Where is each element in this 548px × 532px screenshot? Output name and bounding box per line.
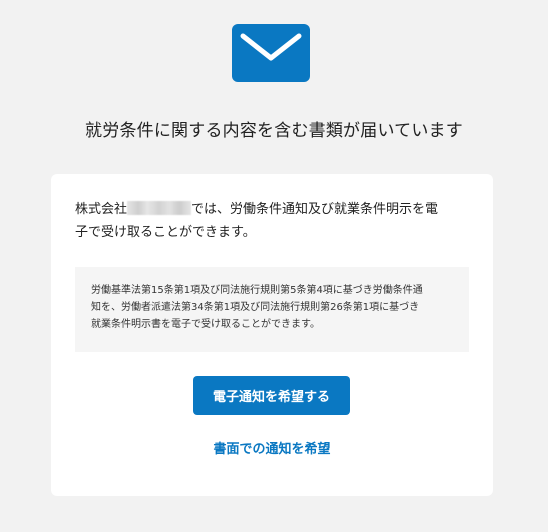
legal-notice-box: 労働基準法第15条第1項及び同法施行規則第5条第4項に基づき労働条件通 知を、労… xyxy=(75,267,469,352)
intro-text-line2: 子で受け取ることができます。 xyxy=(75,225,256,240)
legal-line: 就業条件明示書を電子で受け取ることができます。 xyxy=(91,319,320,330)
page-title: 就労条件に関する内容を含む書類が届いています xyxy=(85,121,463,141)
legal-line: 労働基準法第15条第1項及び同法施行規則第5条第4項に基づき労働条件通 xyxy=(91,285,423,296)
intro-text: 株式会社 では、労働条件通知及び就業条件明示を電 子で受け取ることができます。 xyxy=(75,198,471,244)
notice-card: 株式会社 では、労働条件通知及び就業条件明示を電 子で受け取ることができます。 労… xyxy=(51,174,493,496)
request-paper-notice-link[interactable]: 書面での通知を希望 xyxy=(51,440,493,460)
request-electronic-notice-button[interactable]: 電子通知を希望する xyxy=(193,376,350,415)
company-prefix: 株式会社 xyxy=(75,202,128,217)
mail-icon xyxy=(232,24,310,82)
intro-text-line1: では、労働条件通知及び就業条件明示を電 xyxy=(191,202,439,217)
legal-line: 知を、労働者派遣法第34条第1項及び同法施行規則第26条第1項に基づき xyxy=(91,302,420,313)
redacted-company-name xyxy=(127,201,192,215)
